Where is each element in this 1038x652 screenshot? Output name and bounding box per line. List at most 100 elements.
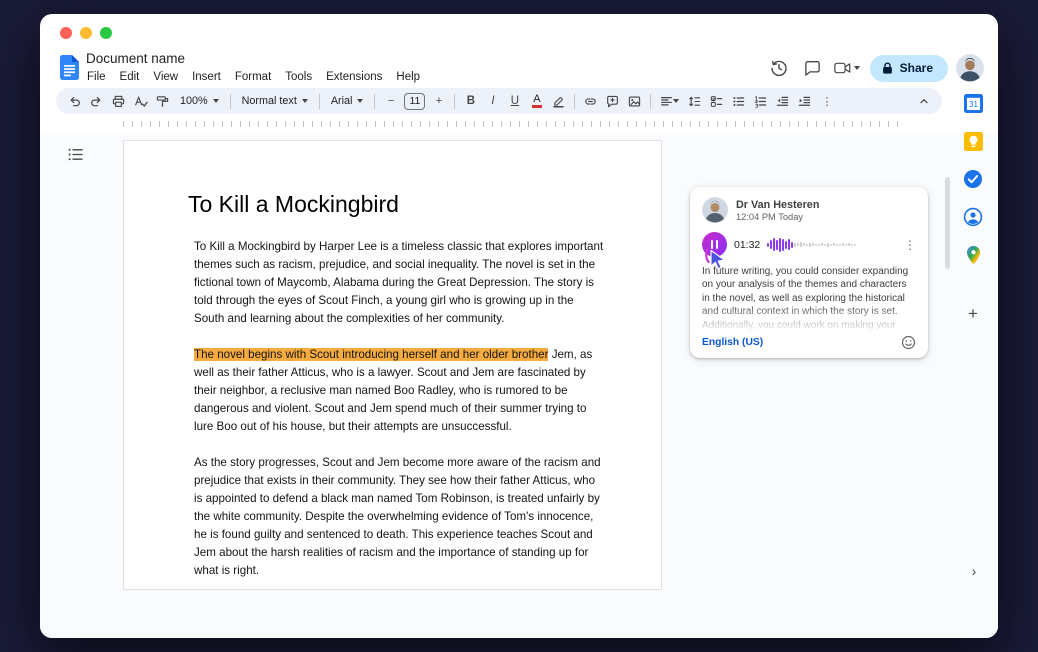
paint-format-button[interactable] xyxy=(152,91,173,112)
commenter-avatar[interactable] xyxy=(702,197,728,223)
comment-timestamp: 12:04 PM Today xyxy=(736,211,804,222)
maps-button[interactable] xyxy=(962,244,984,266)
link-icon xyxy=(585,97,597,105)
checklist-icon xyxy=(711,95,723,107)
increase-indent-icon xyxy=(799,96,811,106)
calendar-button[interactable]: 31 xyxy=(962,92,984,114)
close-button[interactable] xyxy=(60,27,72,39)
waveform-bar xyxy=(830,243,833,246)
text-color-label: A xyxy=(532,94,542,108)
keep-button[interactable] xyxy=(962,130,984,152)
menu-view[interactable]: View xyxy=(146,69,185,85)
meet-button[interactable] xyxy=(833,55,862,81)
audio-waveform[interactable] xyxy=(767,237,895,253)
insert-emoji-button[interactable] xyxy=(901,335,916,350)
zoom-select[interactable]: 100% xyxy=(174,91,225,112)
document-page[interactable]: To Kill a Mockingbird To Kill a Mockingb… xyxy=(123,140,662,590)
increase-font-size-button[interactable]: + xyxy=(428,91,449,112)
menu-tools[interactable]: Tools xyxy=(278,69,319,85)
redo-button[interactable] xyxy=(86,91,107,112)
highlight-color-button[interactable] xyxy=(548,91,569,112)
menu-edit[interactable]: Edit xyxy=(113,69,147,85)
spellcheck-button[interactable] xyxy=(130,91,151,112)
vertical-scrollbar[interactable] xyxy=(945,177,950,269)
insert-image-button[interactable] xyxy=(624,91,645,112)
chevron-down-icon xyxy=(357,99,364,103)
waveform-bar xyxy=(806,243,809,246)
waveform-bar xyxy=(782,238,785,251)
toolbar-divider xyxy=(454,93,456,109)
minimize-button[interactable] xyxy=(80,27,92,39)
menu-extensions[interactable]: Extensions xyxy=(319,69,389,85)
document-title-field[interactable]: Document name xyxy=(86,51,185,66)
waveform-bar xyxy=(797,243,800,246)
waveform-bar xyxy=(824,243,827,246)
font-size-field[interactable]: 11 xyxy=(404,92,426,110)
line-spacing-button[interactable] xyxy=(684,91,705,112)
decrease-font-size-button[interactable]: − xyxy=(380,91,401,112)
account-avatar[interactable] xyxy=(956,54,984,82)
docs-app-icon[interactable] xyxy=(60,55,79,80)
align-button[interactable] xyxy=(656,91,683,112)
add-comment-icon xyxy=(607,95,619,107)
toolbar-divider xyxy=(574,93,576,109)
contacts-button[interactable] xyxy=(962,206,984,228)
add-comment-button[interactable] xyxy=(602,91,623,112)
undo-button[interactable] xyxy=(64,91,85,112)
open-comments-button[interactable] xyxy=(800,55,826,81)
avatar-photo xyxy=(956,54,984,82)
language-link[interactable]: English (US) xyxy=(702,337,763,348)
zoom-button[interactable] xyxy=(100,27,112,39)
chevron-up-icon xyxy=(919,98,928,104)
text-color-button[interactable]: A xyxy=(526,91,547,112)
insert-link-button[interactable] xyxy=(580,91,601,112)
toolbar-divider xyxy=(318,93,320,109)
numbered-list-icon xyxy=(755,95,767,108)
commenter-photo xyxy=(702,197,728,223)
paragraph: To Kill a Mockingbird by Harper Lee is a… xyxy=(194,240,604,325)
underline-button[interactable]: U xyxy=(504,91,525,112)
menu-file[interactable]: File xyxy=(80,69,113,85)
ruler[interactable] xyxy=(56,118,942,129)
show-outline-button[interactable] xyxy=(68,148,83,161)
font-family-select[interactable]: Arial xyxy=(325,91,370,112)
hide-side-panel-button[interactable]: › xyxy=(963,560,985,582)
waveform-bar xyxy=(809,242,812,247)
bulleted-list-button[interactable] xyxy=(728,91,749,112)
svg-text:31: 31 xyxy=(969,100,978,109)
comment-header: Dr Van Hesteren 12:04 PM Today xyxy=(702,197,916,223)
hide-menus-button[interactable] xyxy=(913,91,934,112)
comment-menu-button[interactable]: ⋮ xyxy=(904,238,916,252)
italic-button[interactable]: I xyxy=(482,91,503,112)
window-controls xyxy=(60,27,112,39)
waveform-bar xyxy=(773,238,776,251)
menu-format[interactable]: Format xyxy=(228,69,278,85)
highlighted-text[interactable]: The novel begins with Scout introducing … xyxy=(194,348,549,361)
menu-help[interactable]: Help xyxy=(389,69,427,85)
waveform-bar xyxy=(800,242,803,247)
workspace-side-panel: 31 + xyxy=(955,92,991,324)
bold-button[interactable]: B xyxy=(460,91,481,112)
waveform-bar xyxy=(848,243,851,246)
contacts-icon xyxy=(963,207,983,227)
more-options-button[interactable]: ⋮ xyxy=(816,91,837,112)
comment-card[interactable]: Dr Van Hesteren 12:04 PM Today 01:32 ⋮ I… xyxy=(690,187,928,358)
checklist-button[interactable] xyxy=(706,91,727,112)
increase-indent-button[interactable] xyxy=(794,91,815,112)
toolbar-divider xyxy=(374,93,376,109)
paragraph: As the story progresses, Scout and Jem b… xyxy=(194,456,601,577)
toolbar-divider xyxy=(650,93,652,109)
tasks-button[interactable] xyxy=(962,168,984,190)
smiley-icon xyxy=(901,335,916,350)
waveform-bar xyxy=(833,243,836,246)
print-button[interactable] xyxy=(108,91,129,112)
menu-insert[interactable]: Insert xyxy=(185,69,228,85)
highlighter-icon xyxy=(553,96,565,107)
paragraph-style-select[interactable]: Normal text xyxy=(236,91,314,112)
version-history-button[interactable] xyxy=(766,55,792,81)
waveform-bar xyxy=(827,242,830,247)
numbered-list-button[interactable] xyxy=(750,91,771,112)
add-addon-button[interactable]: + xyxy=(962,302,984,324)
decrease-indent-button[interactable] xyxy=(772,91,793,112)
share-button[interactable]: Share xyxy=(869,54,948,82)
